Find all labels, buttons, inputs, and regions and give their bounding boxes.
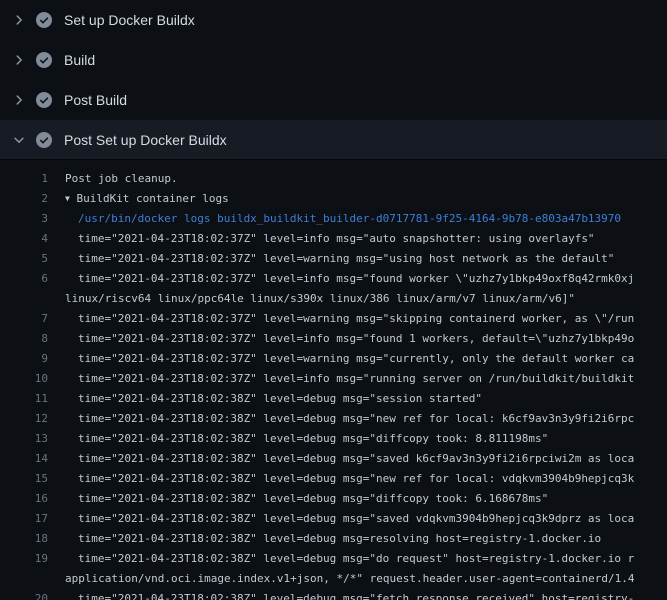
line-number[interactable]: 17 — [0, 509, 48, 529]
line-number[interactable]: 19 — [0, 549, 48, 569]
line-number — [0, 569, 48, 589]
line-number[interactable]: 14 — [0, 449, 48, 469]
step-row[interactable]: Set up Docker Buildx — [0, 0, 667, 40]
log-text: time="2021-04-23T18:02:37Z" level=warnin… — [78, 309, 634, 329]
line-number[interactable]: 3 — [0, 209, 48, 229]
line-number[interactable]: 13 — [0, 429, 48, 449]
chevron-down-icon — [12, 133, 26, 147]
log-line: 7 time="2021-04-23T18:02:37Z" level=warni… — [0, 309, 667, 329]
log-command-text: /usr/bin/docker logs buildx_buildkit_bui… — [78, 209, 621, 229]
log-text: time="2021-04-23T18:02:38Z" level=debug … — [78, 509, 634, 529]
log-line: 13 time="2021-04-23T18:02:38Z" level=debu… — [0, 429, 667, 449]
log-line: 15 time="2021-04-23T18:02:38Z" level=debu… — [0, 469, 667, 489]
log-line: 18 time="2021-04-23T18:02:38Z" level=debu… — [0, 529, 667, 549]
step-row[interactable]: Build — [0, 40, 667, 80]
line-number — [0, 289, 48, 309]
line-number[interactable]: 11 — [0, 389, 48, 409]
log-text: time="2021-04-23T18:02:38Z" level=debug … — [78, 529, 601, 549]
log-line: 20 time="2021-04-23T18:02:38Z" level=debu… — [0, 589, 667, 600]
line-number[interactable]: 1 — [0, 169, 48, 189]
log-line: 17 time="2021-04-23T18:02:38Z" level=debu… — [0, 509, 667, 529]
check-circle-icon — [36, 52, 52, 68]
log-line: 19 time="2021-04-23T18:02:38Z" level=debu… — [0, 549, 667, 569]
log-text: application/vnd.oci.image.index.v1+json,… — [65, 569, 635, 589]
log-text: time="2021-04-23T18:02:37Z" level=info m… — [78, 369, 634, 389]
check-circle-icon — [36, 92, 52, 108]
line-number[interactable]: 9 — [0, 349, 48, 369]
step-row[interactable]: Post Set up Docker Buildx — [0, 120, 667, 160]
log-text: Post job cleanup. — [65, 169, 178, 189]
line-number[interactable]: 4 — [0, 229, 48, 249]
log-line: 11 time="2021-04-23T18:02:38Z" level=debu… — [0, 389, 667, 409]
log-line: 9 time="2021-04-23T18:02:37Z" level=warni… — [0, 349, 667, 369]
chevron-right-icon — [12, 13, 26, 27]
log-text: time="2021-04-23T18:02:37Z" level=info m… — [78, 229, 595, 249]
log-line: 8 time="2021-04-23T18:02:37Z" level=info … — [0, 329, 667, 349]
log-line: 12 time="2021-04-23T18:02:38Z" level=debu… — [0, 409, 667, 429]
log-text: time="2021-04-23T18:02:38Z" level=debug … — [78, 469, 634, 489]
line-number[interactable]: 18 — [0, 529, 48, 549]
log-line: 10 time="2021-04-23T18:02:37Z" level=info… — [0, 369, 667, 389]
log-text: linux/riscv64 linux/ppc64le linux/s390x … — [65, 289, 575, 309]
line-number[interactable]: 8 — [0, 329, 48, 349]
line-number[interactable]: 15 — [0, 469, 48, 489]
log-text: time="2021-04-23T18:02:38Z" level=debug … — [78, 589, 634, 600]
line-number[interactable]: 2 — [0, 189, 48, 209]
log-line: 16 time="2021-04-23T18:02:38Z" level=debu… — [0, 489, 667, 509]
log-text: time="2021-04-23T18:02:38Z" level=debug … — [78, 389, 482, 409]
line-number[interactable]: 6 — [0, 269, 48, 289]
log-line: 3/usr/bin/docker logs buildx_buildkit_bu… — [0, 209, 667, 229]
log-text: time="2021-04-23T18:02:37Z" level=warnin… — [78, 249, 614, 269]
step-label: Post Build — [64, 93, 127, 107]
steps-list: Set up Docker Buildx Build Post Build Post … — [0, 0, 667, 160]
triangle-down-icon: ▼ — [65, 189, 70, 209]
log-text: time="2021-04-23T18:02:38Z" level=debug … — [78, 549, 634, 569]
log-line: application/vnd.oci.image.index.v1+json,… — [0, 569, 667, 589]
log-text: time="2021-04-23T18:02:38Z" level=debug … — [78, 449, 634, 469]
line-number[interactable]: 7 — [0, 309, 48, 329]
log-text: time="2021-04-23T18:02:37Z" level=info m… — [78, 329, 634, 349]
actions-log-viewer: Set up Docker Buildx Build Post Build Post … — [0, 0, 667, 600]
line-number[interactable]: 5 — [0, 249, 48, 269]
log-line: 2 ▼ BuildKit container logs — [0, 189, 667, 209]
line-number[interactable]: 12 — [0, 409, 48, 429]
log-group-toggle[interactable]: ▼ BuildKit container logs — [65, 189, 229, 209]
check-circle-icon — [36, 132, 52, 148]
log-line: 14 time="2021-04-23T18:02:38Z" level=debu… — [0, 449, 667, 469]
log-line: 6 time="2021-04-23T18:02:37Z" level=info … — [0, 269, 667, 289]
step-label: Post Set up Docker Buildx — [64, 133, 227, 147]
step-label: Build — [64, 53, 95, 67]
step-label: Set up Docker Buildx — [64, 13, 195, 27]
log-line: 5 time="2021-04-23T18:02:37Z" level=warni… — [0, 249, 667, 269]
chevron-right-icon — [12, 53, 26, 67]
log-text: time="2021-04-23T18:02:37Z" level=info m… — [78, 269, 634, 289]
log-text: time="2021-04-23T18:02:38Z" level=debug … — [78, 429, 548, 449]
line-number[interactable]: 10 — [0, 369, 48, 389]
log-panel: 1 Post job cleanup. 2 ▼ BuildKit container … — [0, 160, 667, 600]
log-text: time="2021-04-23T18:02:38Z" level=debug … — [78, 409, 634, 429]
log-text: time="2021-04-23T18:02:37Z" level=warnin… — [78, 349, 634, 369]
log-line: linux/riscv64 linux/ppc64le linux/s390x … — [0, 289, 667, 309]
line-number[interactable]: 16 — [0, 489, 48, 509]
chevron-right-icon — [12, 93, 26, 107]
check-circle-icon — [36, 12, 52, 28]
line-number[interactable]: 20 — [0, 589, 48, 600]
log-line: 4 time="2021-04-23T18:02:37Z" level=info … — [0, 229, 667, 249]
log-group-label: BuildKit container logs — [76, 192, 228, 205]
log-line: 1 Post job cleanup. — [0, 169, 667, 189]
step-row[interactable]: Post Build — [0, 80, 667, 120]
log-text: time="2021-04-23T18:02:38Z" level=debug … — [78, 489, 548, 509]
